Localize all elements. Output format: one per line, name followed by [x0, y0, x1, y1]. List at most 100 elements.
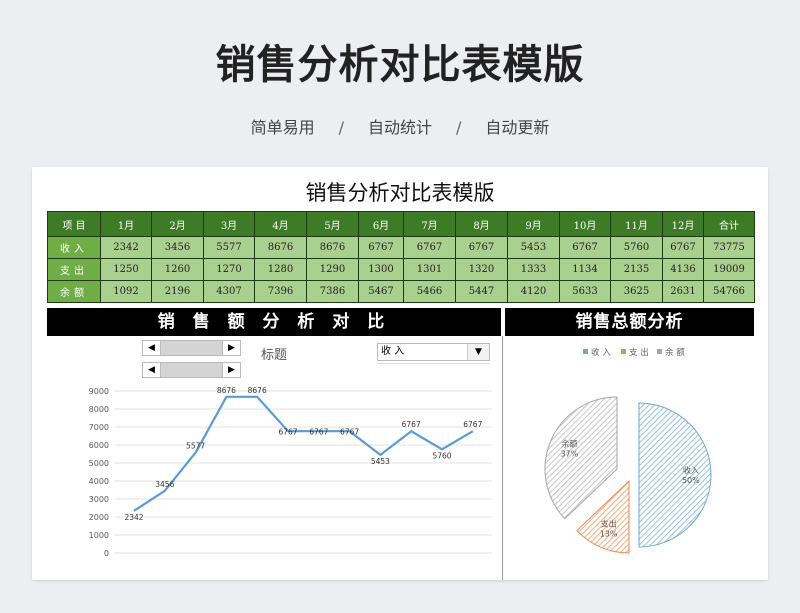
- table-cell: 4307: [203, 280, 255, 303]
- table-cell: 1290: [306, 258, 359, 281]
- pie-chart: 收 入 支 出 余 额收入50% 支出13% 余额37%: [544, 347, 712, 554]
- table-cell: 1320: [455, 258, 508, 281]
- pie-slice: [544, 396, 618, 520]
- panel-divider: [502, 336, 503, 580]
- line-chart: 0 1000 2000 3000 4000 5000 6000 7000 8000 9000 234…: [89, 386, 492, 558]
- table-row: 余额 1092 2196 4307 7396 7386 5467 5466 5447 4120 56…: [47, 280, 755, 303]
- table-cell: 6767: [455, 236, 508, 259]
- table-cell: 5466: [403, 280, 456, 303]
- table-cell: 6767: [662, 236, 704, 259]
- scroll-right-icon[interactable]: ▶: [222, 341, 240, 355]
- column-header: 12月: [662, 211, 704, 237]
- feature-easy: 简单易用: [250, 118, 315, 137]
- table-cell: 19009: [703, 258, 755, 281]
- table-cell: 3456: [151, 236, 204, 259]
- table-cell: 5577: [203, 236, 255, 259]
- data-label: 3456: [155, 480, 174, 489]
- data-label: 6767: [463, 420, 482, 429]
- table-cell: 2135: [610, 258, 663, 281]
- table-cell: 8676: [306, 236, 359, 259]
- table-cell: 1280: [254, 258, 307, 281]
- pie-percent-label: 13%: [600, 530, 618, 539]
- series-select[interactable]: 收 入 ▼: [377, 343, 490, 361]
- column-header: 11月: [610, 211, 663, 237]
- scrollbar-bottom[interactable]: ◀ ▶: [142, 362, 241, 378]
- table-cell: 7386: [306, 280, 359, 303]
- y-tick-label: 1000: [89, 531, 109, 540]
- scroll-left-icon[interactable]: ◀: [143, 363, 161, 377]
- table-cell: 1260: [151, 258, 204, 281]
- feature-list: 简单易用 / 自动统计 / 自动更新: [0, 114, 800, 138]
- legend-label: 收 入: [591, 347, 611, 358]
- column-header: 3月: [203, 211, 255, 237]
- chevron-down-icon[interactable]: ▼: [467, 344, 489, 360]
- table-cell: 6767: [559, 236, 611, 259]
- column-header: 6月: [358, 211, 404, 237]
- table-cell: 5447: [455, 280, 508, 303]
- column-header: 7月: [403, 211, 456, 237]
- table-cell: 3625: [610, 280, 663, 303]
- y-tick-label: 5000: [89, 459, 109, 468]
- data-label: 6767: [278, 428, 297, 437]
- column-header: 2月: [151, 211, 204, 237]
- table-cell: 73775: [703, 236, 755, 259]
- column-header: 10月: [559, 211, 611, 237]
- column-header: 合计: [703, 211, 755, 237]
- data-label: 5577: [186, 442, 205, 451]
- table-cell: 6767: [403, 236, 456, 259]
- table-cell: 5467: [358, 280, 404, 303]
- table-cell: 54766: [703, 280, 755, 303]
- pie-percent-label: 37%: [560, 450, 578, 459]
- separator: /: [456, 118, 462, 137]
- y-tick-label: 2000: [89, 513, 109, 522]
- row-label: 余额: [47, 280, 101, 303]
- table-cell: 4120: [507, 280, 560, 303]
- table-row: 支出 1250 1260 1270 1280 1290 1300 1301 1320 1333 11…: [47, 258, 755, 281]
- sales-table: 项 目 1月 2月 3月 4月 5月 6月 7月 8月 9月 10月 11月 12月 合计 收入 2342 3…: [47, 211, 755, 303]
- table-cell: 7396: [254, 280, 307, 303]
- scroll-left-icon[interactable]: ◀: [143, 341, 161, 355]
- pie-slice: [638, 402, 712, 548]
- spreadsheet-preview: 销售分析对比表模版 项 目 1月 2月 3月 4月 5月 6月 7月 8月 9月 10月 11月 12月…: [32, 167, 768, 580]
- table-cell: 1250: [100, 258, 152, 281]
- table-header-row: 项 目 1月 2月 3月 4月 5月 6月 7月 8月 9月 10月 11月 12月 合计: [47, 211, 755, 237]
- scrollbar-thumb[interactable]: [161, 363, 225, 377]
- series-select-value: 收 入: [381, 346, 405, 357]
- row-label: 收入: [47, 236, 101, 259]
- table-cell: 1092: [100, 280, 152, 303]
- line-chart-heading: 销 售 额 分 析 对 比: [47, 308, 501, 336]
- pie-percent-label: 50%: [682, 476, 700, 485]
- pie-category-label: 收入: [683, 465, 699, 475]
- column-header: 8月: [455, 211, 508, 237]
- feature-auto-update: 自动更新: [485, 118, 550, 137]
- table-cell: 1134: [559, 258, 611, 281]
- table-body: 收入 2342 3456 5577 8676 8676 6767 6767 6767 5453 67…: [47, 236, 755, 303]
- legend-label: 余 额: [665, 347, 685, 358]
- table-row: 收入 2342 3456 5577 8676 8676 6767 6767 6767 5453 67…: [47, 236, 755, 259]
- sheet-title: 销售分析对比表模版: [305, 181, 495, 205]
- table-cell: 2196: [151, 280, 204, 303]
- y-tick-label: 7000: [89, 423, 109, 432]
- y-tick-label: 0: [104, 549, 109, 558]
- scrollbar-thumb[interactable]: [161, 341, 225, 355]
- feature-auto-stats: 自动统计: [367, 118, 432, 137]
- data-label: 6767: [309, 428, 328, 437]
- column-header: 1月: [100, 211, 152, 237]
- pie-chart-heading: 销售总额分析: [505, 308, 754, 336]
- legend-swatch: [621, 349, 626, 354]
- income-series-line: [133, 395, 474, 512]
- legend-label: 支 出: [629, 347, 649, 358]
- table-cell: 2631: [662, 280, 704, 303]
- data-label: 8676: [248, 386, 267, 395]
- separator: /: [338, 118, 344, 137]
- scrollbar-top[interactable]: ◀ ▶: [142, 340, 241, 356]
- y-tick-label: 6000: [89, 441, 109, 450]
- legend-swatch: [583, 349, 588, 354]
- scroll-right-icon[interactable]: ▶: [222, 363, 240, 377]
- pie-category-label: 余额: [561, 439, 577, 449]
- column-header: 4月: [254, 211, 307, 237]
- table-cell: 4136: [662, 258, 704, 281]
- table-cell: 5453: [507, 236, 560, 259]
- y-tick-label: 3000: [89, 495, 109, 504]
- table-cell: 1333: [507, 258, 560, 281]
